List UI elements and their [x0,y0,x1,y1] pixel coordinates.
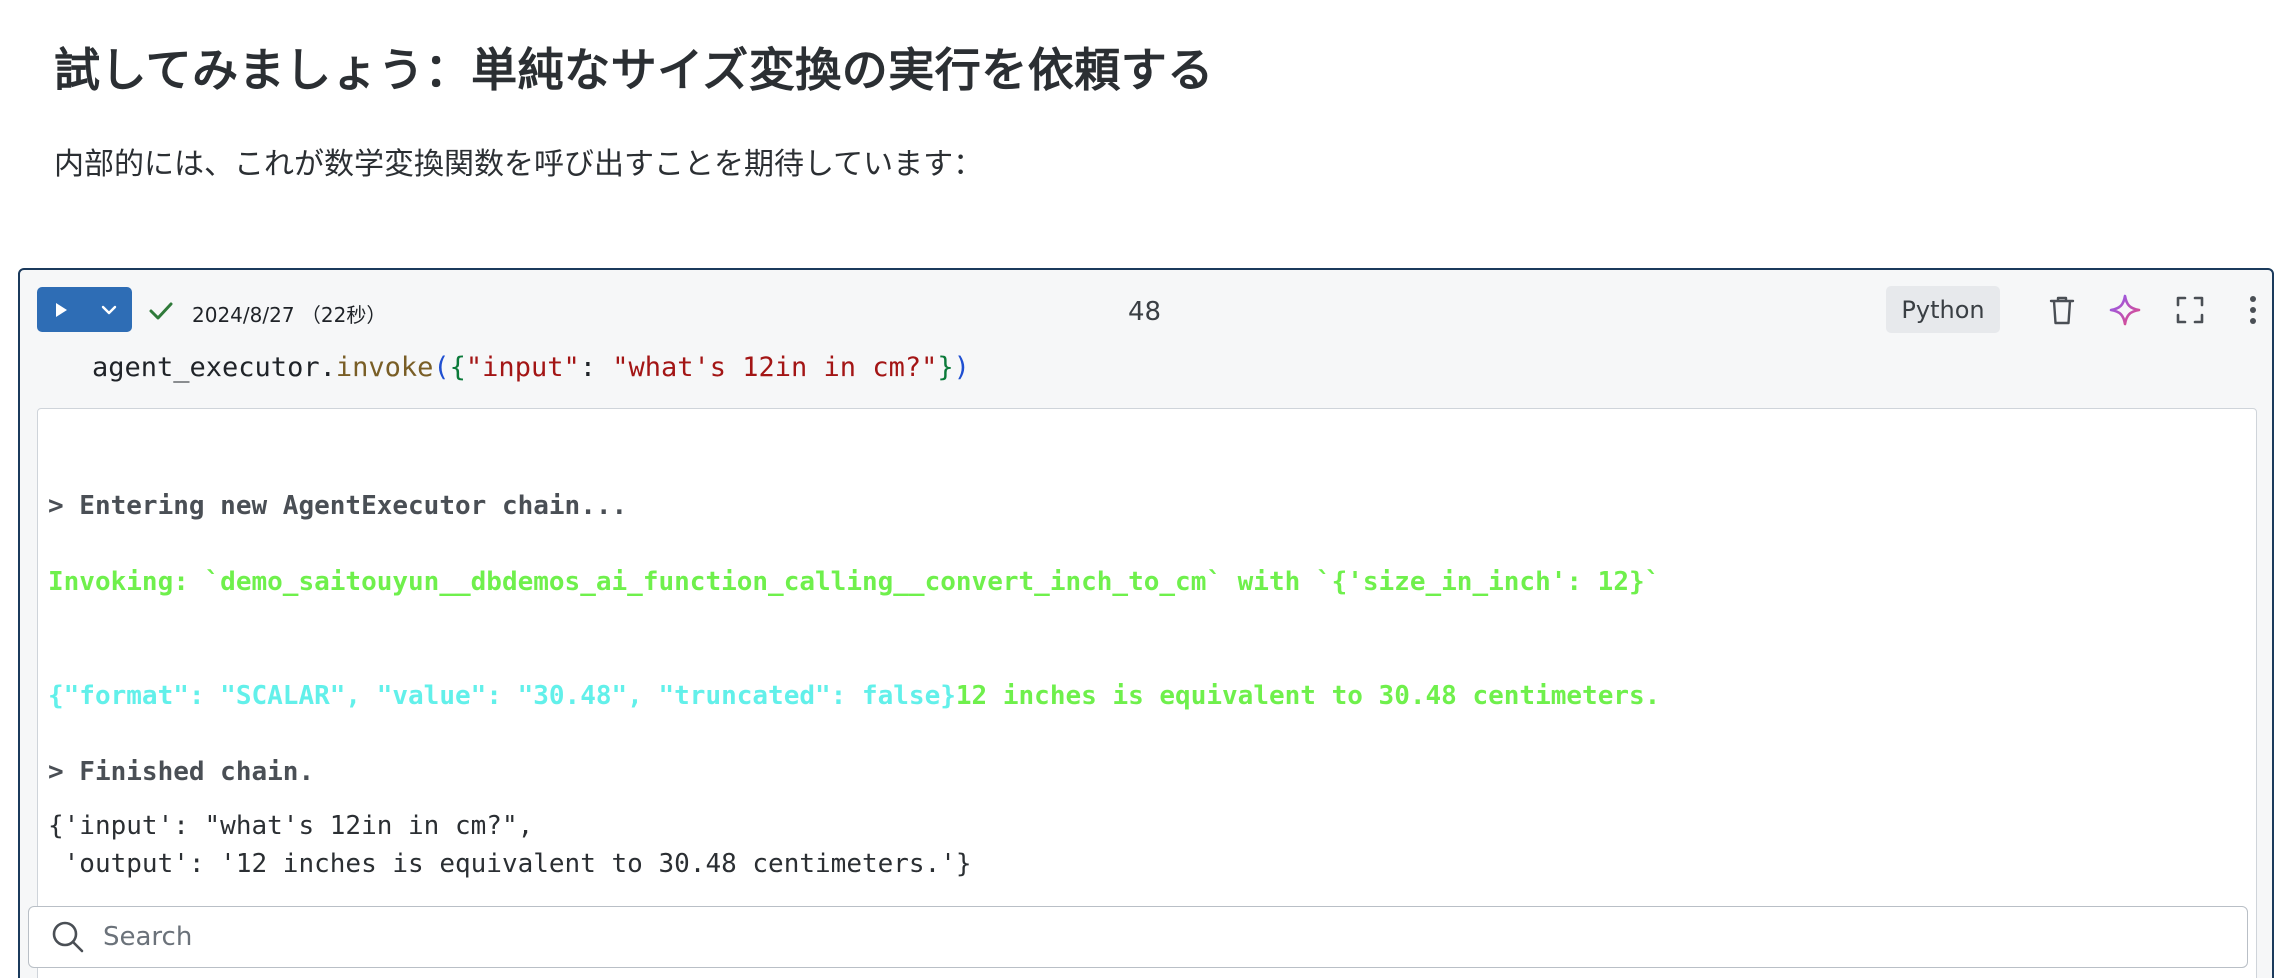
play-icon [56,302,67,317]
fullscreen-icon [2176,296,2204,324]
cell-menu-button[interactable] [2235,292,2271,328]
code-editor[interactable]: agent_executor.invoke({"input": "what's … [92,352,970,383]
output-answer: 12 inches is equivalent to 30.48 centime… [955,681,1661,711]
delete-cell-button[interactable] [2044,292,2080,328]
code-open-paren: ( [433,352,450,383]
code-method: invoke [335,352,434,383]
run-button-group [37,287,132,332]
cell-output: > Entering new AgentExecutor chain... In… [37,408,2257,978]
output-return-line-2: 'output': '12 inches is equivalent to 30… [48,849,972,879]
notebook-page: 試してみましょう：単純なサイズ変換の実行を依頼する 内部的には、これが数学変換関… [0,0,2290,978]
output-invoking-line: Invoking: `demo_saitouyun__dbdemos_ai_fu… [48,567,1661,597]
search-icon [52,921,84,953]
code-value: "what's 12in in cm?" [612,352,938,383]
code-close-brace: } [937,352,954,383]
sparkle-icon [2109,294,2141,326]
section-description: 内部的には、これが数学変換関数を呼び出すことを期待しています： [54,147,984,182]
output-entering-line: > Entering new AgentExecutor chain... [48,491,628,521]
language-selector[interactable]: Python [1886,286,2000,333]
trash-icon [2049,296,2075,325]
run-cell-button[interactable] [37,287,85,332]
kebab-menu-icon [2250,296,2256,324]
check-icon [149,302,173,320]
code-open-brace: { [449,352,466,383]
cell-toolbar: 2024/8/27 （22秒） 48 Python [20,270,2272,354]
run-timestamp: 2024/8/27 （22秒） [192,303,387,327]
code-close-paren: ) [953,352,970,383]
cell-number: 48 [1128,297,1162,327]
code-colon: : [579,352,613,383]
notebook-cell[interactable]: 2024/8/27 （22秒） 48 Python agent_executor… [18,268,2274,978]
fullscreen-button[interactable] [2172,292,2208,328]
search-input[interactable] [101,921,2205,953]
output-search-box[interactable] [28,906,2248,968]
output-result-line: {"format": "SCALAR", "value": "30.48", "… [48,681,1660,711]
code-object: agent_executor. [92,352,336,383]
run-options-dropdown[interactable] [85,287,132,332]
code-key: "input" [465,352,580,383]
output-return-line-1: {'input': "what's 12in in cm?", [48,811,534,841]
section-heading: 試してみましょう：単純なサイズ変換の実行を依頼する [54,43,1214,97]
output-finished-line: > Finished chain. [48,757,315,787]
output-json-result: {"format": "SCALAR", "value": "30.48", "… [48,681,956,711]
chevron-down-icon [101,305,116,314]
ai-assistant-button[interactable] [2107,292,2143,328]
